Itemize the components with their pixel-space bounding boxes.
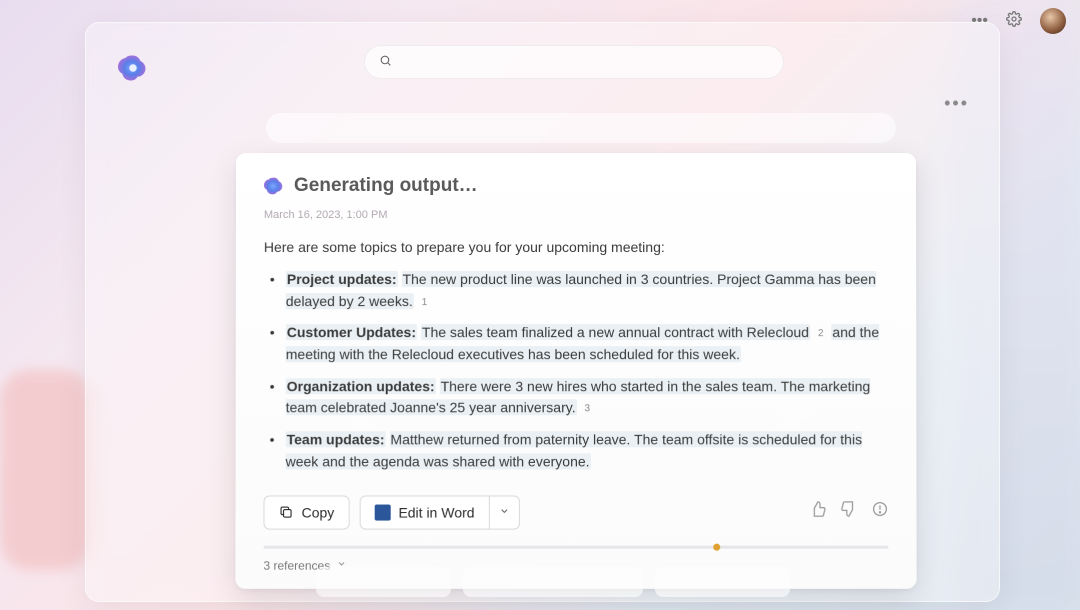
report-icon[interactable] [871, 500, 888, 522]
word-app-icon [374, 504, 390, 520]
search-input[interactable] [400, 55, 769, 70]
copy-button[interactable]: Copy [263, 495, 349, 529]
topic-key: Project updates: [286, 271, 398, 287]
user-avatar[interactable] [1040, 8, 1066, 34]
card-timestamp: March 16, 2023, 1:00 PM [264, 209, 888, 221]
card-intro: Here are some topics to prepare you for … [264, 239, 888, 255]
list-item: Team updates: Matthew returned from pate… [274, 429, 889, 472]
card-header: Generating output… [264, 175, 888, 197]
card-title: Generating output… [294, 175, 478, 197]
reference-chip[interactable]: 3 [580, 402, 594, 418]
suggestion-chip[interactable] [316, 567, 451, 597]
search-icon [379, 54, 392, 70]
list-item: Project updates: The new product line wa… [274, 269, 888, 312]
reference-chip[interactable]: 2 [814, 326, 828, 342]
context-pill[interactable] [266, 113, 896, 143]
topic-key: Organization updates: [286, 378, 436, 394]
background-accent-pink [0, 370, 90, 570]
suggestion-chip-row [316, 567, 790, 597]
suggestion-chip[interactable] [463, 567, 643, 597]
edit-in-word-label: Edit in Word [398, 504, 474, 520]
copilot-mini-logo-icon [264, 176, 284, 196]
copilot-logo-icon [118, 53, 148, 83]
app-window: ••• Generating output… March 16, 2023, 1… [85, 22, 1000, 602]
card-actions: Copy Edit in Word [263, 495, 888, 529]
output-card: Generating output… March 16, 2023, 1:00 … [235, 153, 916, 588]
topic-key: Team updates: [286, 431, 386, 447]
edit-in-word-caret[interactable] [490, 495, 520, 529]
reference-chip[interactable]: 1 [418, 295, 432, 311]
feedback-row [809, 500, 888, 522]
suggestion-chip[interactable] [655, 567, 790, 597]
topic-key: Customer Updates: [286, 324, 417, 340]
settings-icon[interactable] [1006, 11, 1022, 32]
chevron-down-icon [499, 503, 510, 521]
list-item: Customer Updates: The sales team finaliz… [274, 322, 889, 365]
progress-indicator-icon [713, 543, 720, 550]
edit-in-word-button[interactable]: Edit in Word [359, 495, 489, 529]
generation-progress [263, 545, 888, 548]
edit-in-word-split-button: Edit in Word [359, 495, 519, 529]
thumbs-down-icon[interactable] [840, 500, 857, 522]
list-item: Organization updates: There were 3 new h… [274, 376, 889, 419]
thumbs-up-icon[interactable] [809, 500, 826, 522]
copy-button-label: Copy [302, 504, 335, 520]
topic-text: The sales team finalized a new annual co… [421, 324, 810, 340]
topic-list: Project updates: The new product line wa… [264, 269, 889, 473]
window-more-icon[interactable]: ••• [944, 93, 969, 114]
search-bar[interactable] [364, 45, 784, 79]
copy-icon [279, 505, 294, 520]
